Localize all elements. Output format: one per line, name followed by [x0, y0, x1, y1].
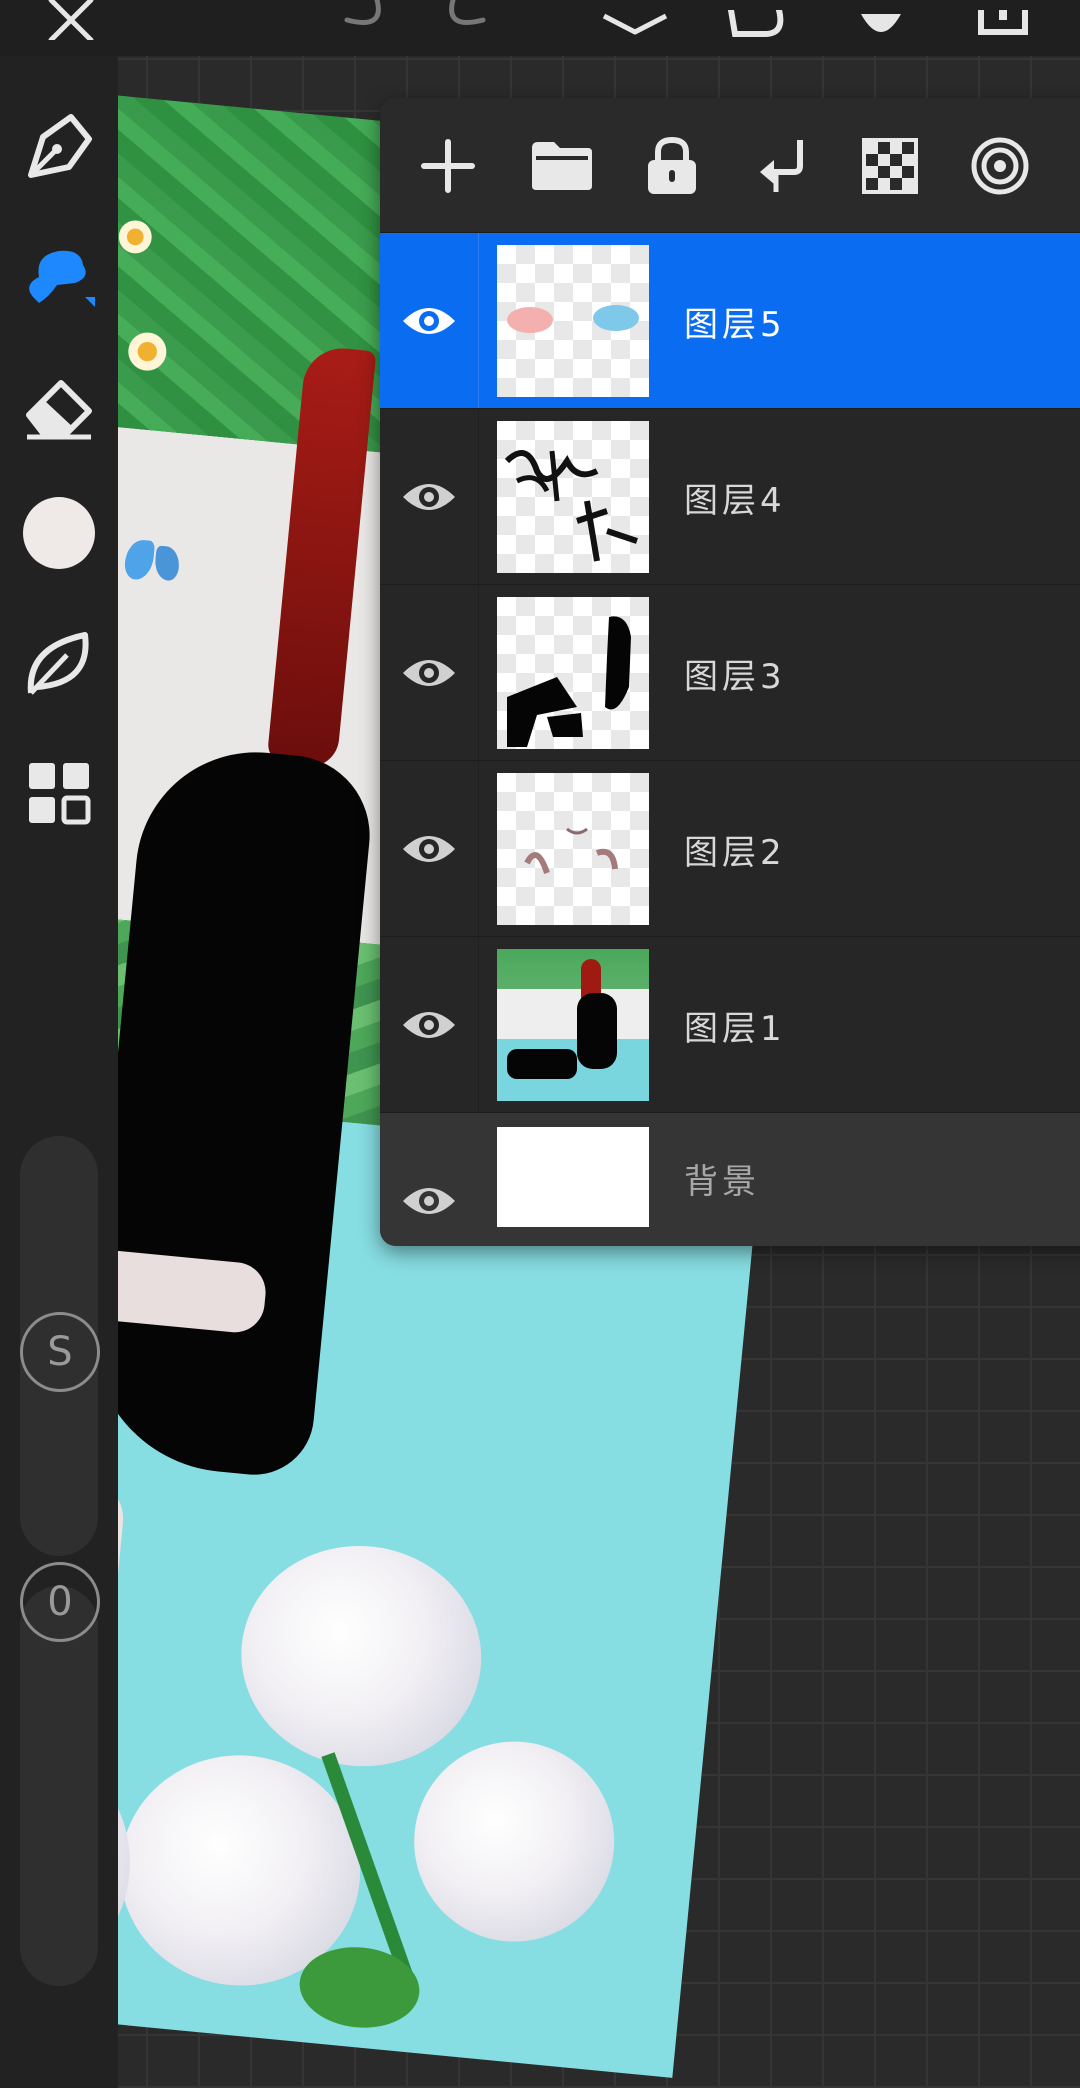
layer-thumbnail [497, 597, 649, 749]
opacity-badge: 0 [20, 1562, 100, 1642]
layer-name: 图层4 [684, 480, 786, 521]
layer-row-1[interactable]: 图层1 [380, 936, 1080, 1113]
eye-icon [403, 836, 455, 862]
layer-thumbnail [497, 949, 649, 1101]
visibility-toggle[interactable] [380, 937, 479, 1113]
visibility-toggle[interactable] [380, 409, 479, 585]
eye-icon [403, 1188, 455, 1214]
smudge-brush-icon[interactable] [18, 236, 100, 318]
close-icon[interactable] [36, 0, 106, 40]
layer-row-2[interactable]: 图层2 [380, 760, 1080, 937]
settings-icon[interactable] [846, 0, 916, 40]
black-dress [78, 741, 377, 1481]
redo-icon[interactable] [430, 0, 500, 40]
visibility-toggle[interactable] [380, 585, 479, 761]
target-icon[interactable] [964, 130, 1036, 202]
left-sidebar: S 0 [0, 56, 118, 2088]
layer-name: 图层1 [684, 1008, 786, 1049]
layers-icon[interactable] [598, 0, 672, 40]
layer-thumbnail [497, 245, 649, 397]
transform-icon[interactable] [720, 0, 794, 40]
merge-down-icon[interactable] [746, 130, 818, 202]
gallery-grid-icon[interactable] [18, 752, 100, 834]
leaf-brush-icon[interactable] [18, 622, 100, 704]
eye-icon [403, 1012, 455, 1038]
layer-thumbnail [497, 421, 649, 573]
eye-icon [403, 660, 455, 686]
layer-thumbnail [497, 1127, 649, 1227]
layer-name: 图层2 [684, 832, 786, 873]
hydrangea [405, 1732, 624, 1951]
visibility-toggle[interactable] [380, 1113, 478, 1246]
hydrangea [231, 1535, 492, 1778]
layers-panel: 图层5 图层4 图层3 图层2 图层1 背景 [380, 98, 1080, 1246]
lock-icon[interactable] [636, 130, 708, 202]
export-icon[interactable] [968, 0, 1038, 40]
size-badge: S [20, 1312, 100, 1392]
visibility-toggle[interactable] [380, 233, 479, 409]
layer-row-background[interactable]: 背景 [380, 1112, 1080, 1246]
butterfly [123, 538, 187, 591]
eraser-icon[interactable] [18, 366, 100, 448]
pen-tool-icon[interactable] [18, 106, 100, 188]
folder-icon[interactable] [526, 130, 598, 202]
layer-row-4[interactable]: 图层4 [380, 408, 1080, 585]
top-toolbar [0, 0, 1080, 56]
eye-icon [403, 484, 455, 510]
visibility-toggle[interactable] [380, 761, 479, 937]
layer-row-5[interactable]: 图层5 [380, 232, 1080, 409]
layer-row-3[interactable]: 图层3 [380, 584, 1080, 761]
add-layer-icon[interactable] [412, 130, 484, 202]
layer-name: 图层3 [684, 656, 786, 697]
layer-name: 背景 [684, 1161, 760, 1202]
layer-name: 图层5 [684, 304, 786, 345]
opacity-slider[interactable] [20, 1586, 98, 1986]
layer-thumbnail [497, 773, 649, 925]
layers-toolbar [380, 98, 1080, 232]
color-swatch[interactable] [18, 492, 100, 574]
undo-icon[interactable] [330, 0, 400, 40]
eye-icon [403, 308, 455, 334]
checkerboard-icon[interactable] [854, 130, 926, 202]
